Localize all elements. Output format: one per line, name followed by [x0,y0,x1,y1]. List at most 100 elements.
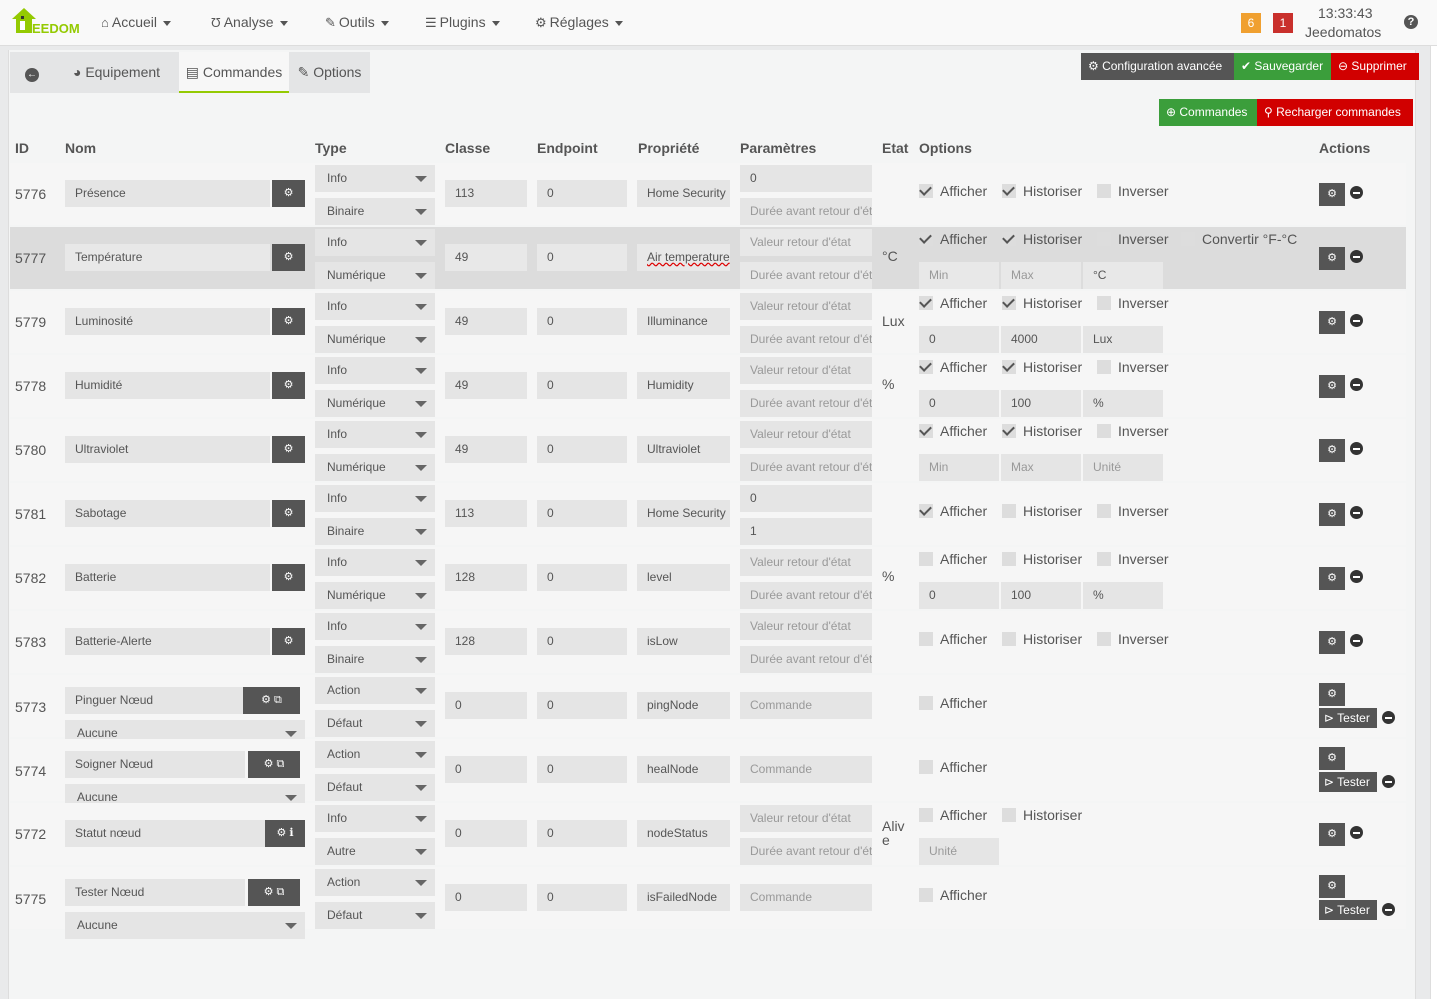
checkbox-icon[interactable] [919,184,933,198]
return-delay-input[interactable]: Durée avant retour d'état [740,198,872,225]
configure-button[interactable]: ⚙ [1319,631,1345,654]
checkbox-icon[interactable] [919,424,933,438]
historiser-checkbox[interactable]: Historiser [1002,359,1082,375]
unit-input[interactable]: % [1083,582,1163,609]
historiser-checkbox[interactable]: Historiser [1002,231,1082,247]
configure-button[interactable]: ⚙ [1319,875,1345,898]
endpoint-input[interactable]: 0 [537,244,627,271]
checkbox-icon[interactable] [919,360,933,374]
checkbox-icon[interactable] [919,632,933,646]
checkbox-icon[interactable] [1097,360,1111,374]
configure-button[interactable]: ⚙ [1319,747,1345,770]
property-input[interactable]: nodeStatus [637,820,730,847]
type-select[interactable]: Info [315,165,435,192]
configure-button[interactable]: ⚙ [1319,247,1345,270]
icon-picker-button[interactable]: ⚙ ⧉ [248,879,300,906]
type-select[interactable]: Action [315,677,435,704]
class-input[interactable]: 0 [445,756,527,783]
return-value-input[interactable]: Valeur retour d'état [740,613,872,640]
property-input[interactable]: Humidity [637,372,730,399]
afficher-checkbox[interactable]: Afficher [919,231,987,247]
min-input[interactable]: Min [919,262,999,289]
endpoint-input[interactable]: 0 [537,756,627,783]
endpoint-input[interactable]: 0 [537,884,627,911]
checkbox-icon[interactable] [919,552,933,566]
afficher-checkbox[interactable]: Afficher [919,359,987,375]
class-input[interactable]: 128 [445,564,527,591]
afficher-checkbox[interactable]: Afficher [919,631,987,647]
return-value-input[interactable]: Valeur retour d'état [740,805,872,832]
nav-analyse[interactable]: Ʊ Analyse [211,14,288,30]
convertir-checkbox[interactable]: Convertir °F-°C [1181,231,1297,247]
checkbox-icon[interactable] [919,504,933,518]
afficher-checkbox[interactable]: Afficher [919,503,987,519]
subtype-select[interactable]: Numérique [315,390,435,417]
delete-button[interactable]: ⊖ Supprimer [1331,53,1419,80]
unit-input[interactable]: % [1083,390,1163,417]
property-input[interactable]: Home Security [637,180,730,207]
afficher-checkbox[interactable]: Afficher [919,887,987,903]
inverser-checkbox[interactable]: Inverser [1097,231,1169,247]
checkbox-icon[interactable] [1002,504,1016,518]
property-input[interactable]: healNode [637,756,730,783]
return-delay-input[interactable]: Durée avant retour d'état [740,454,872,481]
checkbox-icon[interactable] [1097,632,1111,646]
subtype-select[interactable]: Binaire [315,518,435,545]
max-input[interactable]: Max [1001,454,1081,481]
configure-button[interactable]: ⚙ [1319,683,1345,706]
max-input[interactable]: 100 [1001,582,1081,609]
max-input[interactable]: 4000 [1001,326,1081,353]
configure-button[interactable]: ⚙ [1319,567,1345,590]
class-input[interactable]: 128 [445,628,527,655]
command-name-input[interactable]: Batterie [65,564,270,591]
checkbox-icon[interactable] [1002,424,1016,438]
class-input[interactable]: 49 [445,244,527,271]
return-value-input[interactable]: 0 [740,485,872,512]
checkbox-icon[interactable] [1097,504,1111,518]
remove-icon[interactable] [1350,314,1363,327]
icon-picker-button[interactable]: ⚙ ⧉ [243,687,300,714]
test-button[interactable]: ⊳ Tester [1319,900,1377,920]
icon-picker-button[interactable]: ⚙ ⧉ [248,751,300,778]
checkbox-icon[interactable] [1181,232,1195,246]
configure-button[interactable]: ⚙ [1319,311,1345,334]
subtype-select[interactable]: Binaire [315,198,435,225]
checkbox-icon[interactable] [1097,552,1111,566]
min-input[interactable]: 0 [919,326,999,353]
endpoint-input[interactable]: 0 [537,308,627,335]
afficher-checkbox[interactable]: Afficher [919,423,987,439]
remove-icon[interactable] [1350,186,1363,199]
command-name-input[interactable]: Humidité [65,372,270,399]
checkbox-icon[interactable] [1002,808,1016,822]
historiser-checkbox[interactable]: Historiser [1002,807,1082,823]
return-value-input[interactable]: Valeur retour d'état [740,549,872,576]
jeedom-logo[interactable]: EEDOM [10,5,82,39]
remove-icon[interactable] [1382,711,1395,724]
return-value-input[interactable]: Valeur retour d'état [740,421,872,448]
checkbox-icon[interactable] [1002,184,1016,198]
tab-options[interactable]: ✎ Options [289,52,370,93]
inverser-checkbox[interactable]: Inverser [1097,423,1169,439]
nav-outils[interactable]: ✎ Outils [325,14,389,31]
historiser-checkbox[interactable]: Historiser [1002,183,1082,199]
checkbox-icon[interactable] [1002,232,1016,246]
checkbox-icon[interactable] [1002,552,1016,566]
return-delay-input[interactable]: Durée avant retour d'état [740,262,872,289]
checkbox-icon[interactable] [1097,296,1111,310]
icon-picker-button[interactable]: ⚙ [272,564,305,591]
tab-commandes[interactable]: ▤ Commandes [179,52,289,93]
remove-icon[interactable] [1382,903,1395,916]
back-button[interactable]: ← [10,52,54,93]
subtype-select[interactable]: Défaut [315,710,435,737]
property-input[interactable]: isLow [637,628,730,655]
user-name[interactable]: Jeedomatos [1305,24,1381,40]
afficher-checkbox[interactable]: Afficher [919,695,987,711]
icon-picker-button[interactable]: ⚙ [272,436,305,463]
command-name-input[interactable]: Sabotage [65,500,270,527]
type-select[interactable]: Info [315,549,435,576]
checkbox-icon[interactable] [919,296,933,310]
class-input[interactable]: 0 [445,692,527,719]
checkbox-icon[interactable] [1002,296,1016,310]
configure-button[interactable]: ⚙ [1319,439,1345,462]
remove-icon[interactable] [1350,250,1363,263]
